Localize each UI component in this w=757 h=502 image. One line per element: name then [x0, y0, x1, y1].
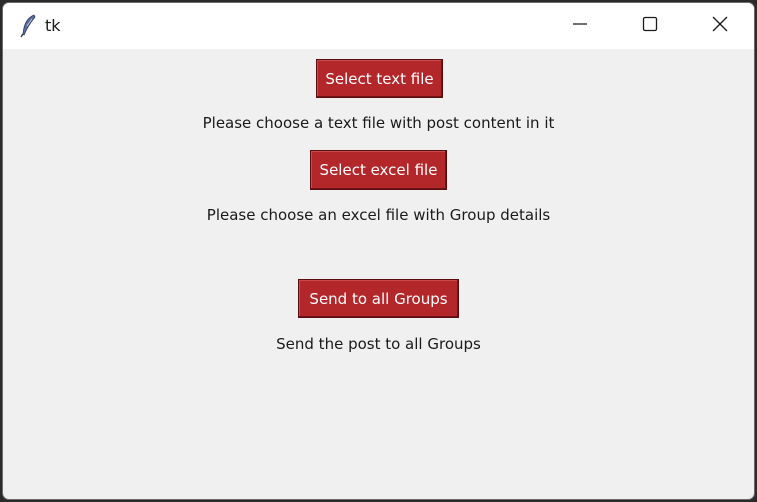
select-text-file-button[interactable]: Select text file: [316, 59, 443, 98]
close-icon: [711, 15, 729, 37]
send-to-all-groups-button[interactable]: Send to all Groups: [298, 279, 459, 318]
close-button[interactable]: [685, 3, 754, 49]
minimize-button[interactable]: [545, 3, 615, 49]
select-excel-file-button[interactable]: Select excel file: [310, 150, 447, 190]
main-content: Select text file Please choose a text fi…: [3, 49, 754, 499]
app-window: tk Select text file Please choose a text…: [2, 2, 755, 500]
select-text-file-hint: Please choose a text file with post cont…: [202, 114, 555, 132]
minimize-icon: [572, 16, 588, 36]
feather-icon: [19, 14, 39, 38]
title-bar[interactable]: tk: [3, 3, 754, 49]
maximize-button[interactable]: [615, 3, 685, 49]
select-excel-file-hint: Please choose an excel file with Group d…: [206, 206, 551, 224]
window-title: tk: [45, 16, 61, 35]
maximize-icon: [642, 16, 658, 36]
send-to-all-groups-hint: Send the post to all Groups: [276, 335, 481, 353]
